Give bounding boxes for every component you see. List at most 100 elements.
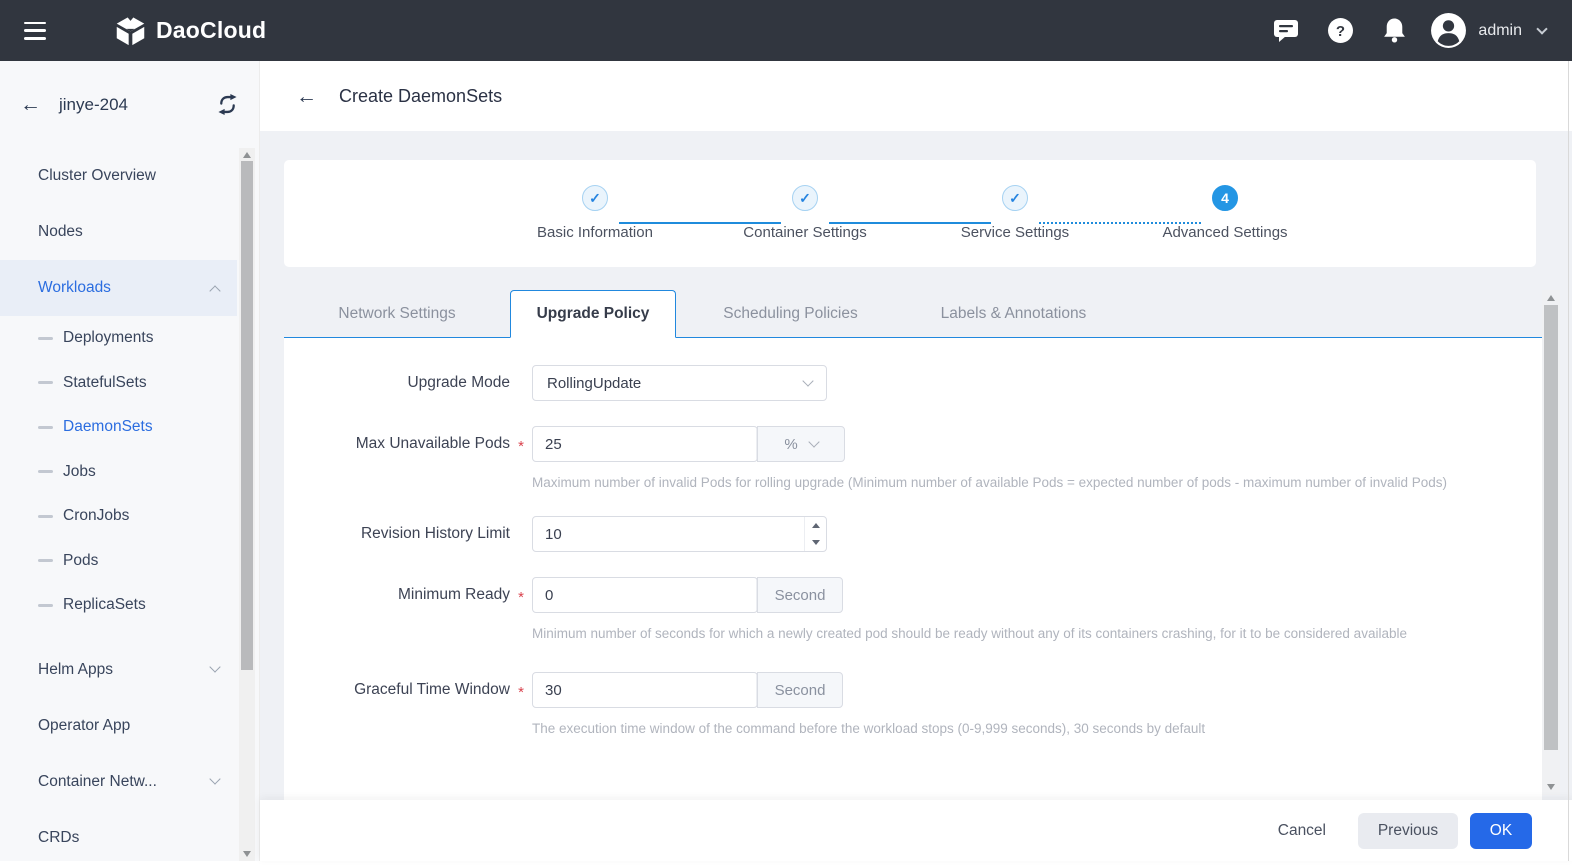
sidebar-item-workloads[interactable]: Workloads	[0, 260, 237, 316]
dash-icon	[38, 337, 53, 340]
sidebar-item-nodes[interactable]: Nodes	[0, 204, 237, 260]
graceful-window-description: The execution time window of the command…	[532, 718, 1517, 739]
tab-scheduling-policies[interactable]: Scheduling Policies	[676, 290, 905, 337]
sidebar-back-icon[interactable]: ←	[20, 94, 41, 115]
stepper: ✓ Basic Information ✓ Container Settings…	[284, 160, 1536, 241]
scroll-up-icon[interactable]	[243, 152, 251, 158]
dash-icon	[38, 470, 53, 473]
required-mark: *	[510, 585, 532, 606]
help-icon[interactable]: ?	[1320, 11, 1360, 51]
content-scrollbar[interactable]	[1542, 290, 1560, 795]
tab-upgrade-policy[interactable]: Upgrade Policy	[510, 290, 676, 338]
step-check-icon: ✓	[1002, 185, 1028, 211]
dash-icon	[38, 381, 53, 384]
stepper-card: ✓ Basic Information ✓ Container Settings…	[284, 160, 1536, 267]
max-unavailable-label: Max Unavailable Pods	[284, 435, 510, 453]
page-header: ← Create DaemonSets	[260, 61, 1572, 131]
step-check-icon: ✓	[582, 185, 608, 211]
chevron-down-icon	[209, 773, 220, 784]
step-service-settings[interactable]: ✓ Service Settings	[910, 185, 1120, 241]
main-area: ← Create DaemonSets ✓ Basic Information …	[260, 61, 1572, 861]
content-scrollbar-thumb[interactable]	[1544, 305, 1558, 750]
footer-actions: Cancel Previous OK	[260, 800, 1572, 861]
tabs: Network Settings Upgrade Policy Scheduli…	[284, 290, 1542, 338]
tab-network-settings[interactable]: Network Settings	[284, 290, 510, 337]
sidebar-scrollbar-thumb[interactable]	[241, 161, 253, 670]
refresh-icon[interactable]	[216, 94, 239, 115]
sidebar-nav: Cluster Overview Nodes Workloads Deploym…	[0, 148, 237, 866]
decrement-icon[interactable]	[805, 534, 826, 551]
graceful-window-unit: Second	[757, 672, 843, 708]
graceful-window-label: Graceful Time Window	[284, 681, 510, 699]
daocloud-logo-icon	[114, 14, 147, 47]
cancel-button[interactable]: Cancel	[1270, 813, 1334, 849]
sidebar-item-jobs[interactable]: Jobs	[0, 450, 237, 495]
max-unavailable-unit-select[interactable]: %	[757, 426, 845, 462]
messages-icon[interactable]	[1266, 11, 1306, 51]
step-container-settings[interactable]: ✓ Container Settings	[700, 185, 910, 241]
upgrade-policy-panel: Upgrade Mode RollingUpdate Max Unava	[284, 338, 1542, 800]
max-unavailable-input[interactable]	[532, 426, 758, 462]
required-mark: *	[510, 434, 532, 455]
previous-button[interactable]: Previous	[1358, 813, 1458, 849]
user-avatar[interactable]	[1428, 11, 1468, 51]
graceful-window-input[interactable]	[532, 672, 758, 708]
sidebar-item-container-network[interactable]: Container Netw...	[0, 754, 237, 810]
user-name: admin	[1478, 22, 1522, 40]
sidebar-scrollbar[interactable]	[239, 148, 255, 861]
max-unavailable-value[interactable]	[533, 427, 756, 461]
minimum-ready-label: Minimum Ready	[284, 586, 510, 604]
svg-text:?: ?	[1336, 23, 1345, 40]
sidebar-item-daemonsets[interactable]: DaemonSets	[0, 405, 237, 450]
step-basic-information[interactable]: ✓ Basic Information	[490, 185, 700, 241]
step-advanced-settings[interactable]: 4 Advanced Settings	[1120, 185, 1330, 241]
sidebar-item-deployments[interactable]: Deployments	[0, 316, 237, 361]
sidebar: ← jinye-204 Cluster Overview Nodes Workl…	[0, 61, 260, 861]
brand: DaoCloud	[114, 14, 266, 47]
revision-history-input[interactable]	[532, 516, 827, 552]
upgrade-mode-label: Upgrade Mode	[284, 374, 510, 392]
number-spinner	[804, 517, 826, 551]
brand-name: DaoCloud	[156, 17, 266, 44]
cluster-name: jinye-204	[59, 95, 128, 115]
dash-icon	[38, 604, 53, 607]
max-unavailable-description: Maximum number of invalid Pods for rolli…	[532, 472, 1517, 493]
graceful-window-value[interactable]	[533, 673, 756, 707]
revision-history-label: Revision History Limit	[284, 525, 510, 543]
scroll-up-icon[interactable]	[1547, 295, 1555, 301]
increment-icon[interactable]	[805, 517, 826, 534]
minimum-ready-input[interactable]	[532, 577, 758, 613]
sidebar-item-replicasets[interactable]: ReplicaSets	[0, 583, 237, 628]
upgrade-mode-select[interactable]: RollingUpdate	[532, 365, 827, 401]
sidebar-item-cronjobs[interactable]: CronJobs	[0, 494, 237, 539]
minimum-ready-value[interactable]	[533, 578, 756, 612]
menu-icon[interactable]	[24, 22, 48, 40]
user-menu-chevron-down-icon[interactable]	[1536, 23, 1547, 34]
tab-labels-annotations[interactable]: Labels & Annotations	[905, 290, 1122, 337]
dash-icon	[38, 559, 53, 562]
revision-history-value[interactable]	[533, 517, 804, 551]
content: ✓ Basic Information ✓ Container Settings…	[260, 131, 1572, 800]
minimum-ready-unit: Second	[757, 577, 843, 613]
sidebar-item-crds[interactable]: CRDs	[0, 810, 237, 866]
step-number-badge: 4	[1212, 185, 1238, 211]
topbar: DaoCloud ?	[0, 0, 1572, 61]
sidebar-item-pods[interactable]: Pods	[0, 539, 237, 584]
dash-icon	[38, 426, 53, 429]
minimum-ready-description: Minimum number of seconds for which a ne…	[532, 623, 1517, 644]
page-back-icon[interactable]: ←	[296, 86, 317, 107]
chevron-down-icon	[808, 436, 819, 447]
sidebar-item-operator-app[interactable]: Operator App	[0, 698, 237, 754]
ok-button[interactable]: OK	[1470, 813, 1532, 849]
dash-icon	[38, 515, 53, 518]
chevron-down-icon	[802, 375, 813, 386]
scroll-down-icon[interactable]	[243, 851, 251, 857]
chevron-down-icon	[209, 661, 220, 672]
notifications-bell-icon[interactable]	[1374, 11, 1414, 51]
sidebar-item-cluster-overview[interactable]: Cluster Overview	[0, 148, 237, 204]
chevron-up-icon	[209, 285, 220, 296]
sidebar-item-statefulsets[interactable]: StatefulSets	[0, 361, 237, 406]
tab-section: Network Settings Upgrade Policy Scheduli…	[284, 290, 1542, 800]
sidebar-item-helm-apps[interactable]: Helm Apps	[0, 642, 237, 698]
scroll-down-icon[interactable]	[1547, 784, 1555, 790]
